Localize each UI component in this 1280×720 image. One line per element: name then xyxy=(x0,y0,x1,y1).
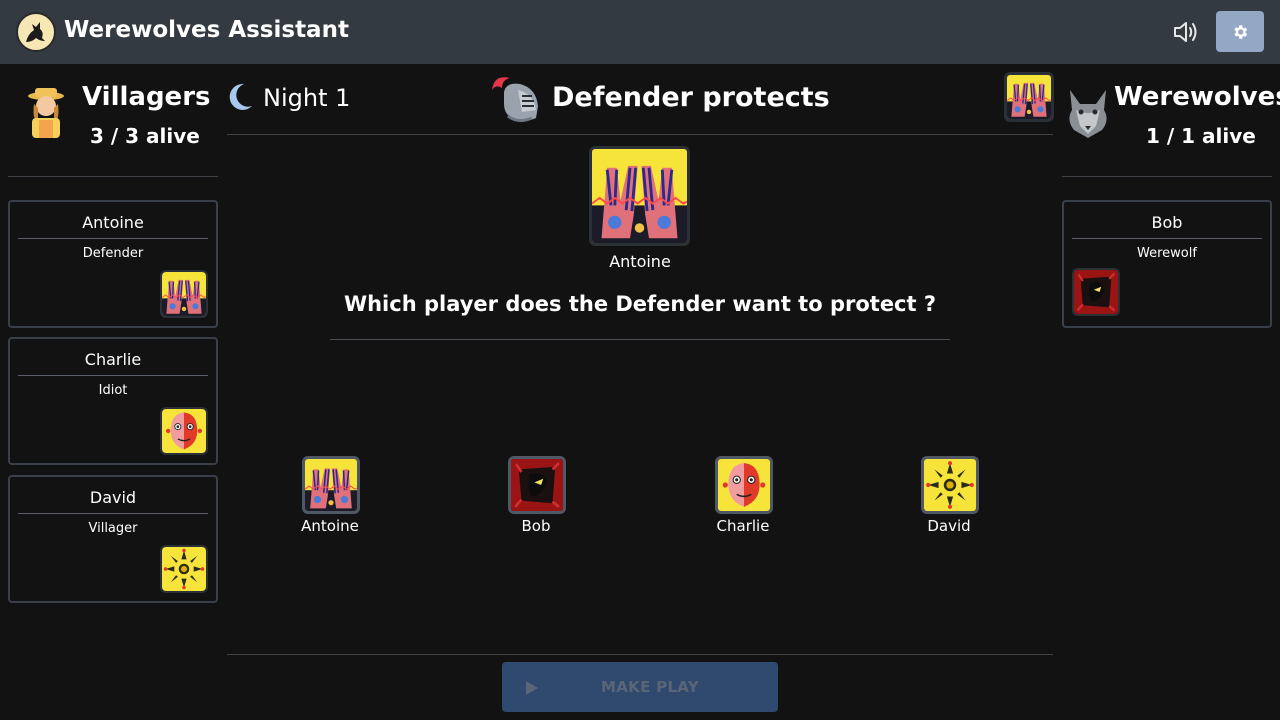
idiot-role-icon xyxy=(160,407,208,455)
target-choice-antoine[interactable]: Antoine xyxy=(270,456,390,546)
player-role: Defender xyxy=(82,246,144,261)
card-divider xyxy=(18,375,208,376)
make-play-button[interactable]: MAKE PLAY xyxy=(502,662,778,712)
center-top-divider xyxy=(227,134,1053,135)
action-question: Which player does the Defender want to p… xyxy=(343,292,937,316)
acting-player-defender-role-icon xyxy=(589,146,690,246)
player-card-david[interactable]: David Villager xyxy=(8,475,218,603)
wolf-head-avatar-icon xyxy=(1066,86,1110,144)
villagers-divider xyxy=(8,176,218,177)
center-bottom-divider xyxy=(227,654,1053,655)
moon-icon xyxy=(226,82,254,116)
player-name: Antoine xyxy=(82,213,144,232)
sound-toggle-button[interactable] xyxy=(1166,12,1208,52)
villager-role-icon xyxy=(921,456,979,514)
target-choice-david[interactable]: David xyxy=(889,456,1009,546)
player-name: David xyxy=(89,488,137,507)
card-divider xyxy=(18,238,208,239)
app-title[interactable]: Werewolves Assistant xyxy=(64,17,349,43)
target-choice-charlie[interactable]: Charlie xyxy=(683,456,803,546)
player-name: Charlie xyxy=(84,350,142,369)
werewolf-role-icon xyxy=(508,456,566,514)
make-play-label: MAKE PLAY xyxy=(601,678,699,696)
player-name: Bob xyxy=(1151,213,1183,232)
werewolf-howl-logo-icon[interactable] xyxy=(16,12,56,52)
player-role: Idiot xyxy=(98,383,128,398)
villagers-title: Villagers xyxy=(82,82,211,112)
target-name: Charlie xyxy=(716,517,770,535)
player-role: Villager xyxy=(88,521,138,536)
villager-farmer-avatar-icon xyxy=(26,86,66,144)
knight-helmet-icon xyxy=(488,72,544,128)
player-role: Werewolf xyxy=(1137,246,1197,261)
werewolves-alive-count: 1 / 1 alive xyxy=(1146,124,1256,148)
player-card-charlie[interactable]: Charlie Idiot xyxy=(8,337,218,465)
werewolves-title: Werewolves xyxy=(1114,82,1280,112)
werewolf-role-icon xyxy=(1072,268,1120,316)
target-name: Antoine xyxy=(301,517,359,535)
app-header: Werewolves Assistant xyxy=(0,0,1280,64)
card-divider xyxy=(1072,238,1262,239)
night-phase-label: Night 1 xyxy=(263,84,351,112)
step-title: Defender protects xyxy=(552,82,830,113)
question-divider xyxy=(330,339,950,340)
idiot-role-icon xyxy=(715,456,773,514)
player-card-bob[interactable]: Bob Werewolf xyxy=(1062,200,1272,328)
settings-button[interactable] xyxy=(1216,11,1264,52)
acting-player-name: Antoine xyxy=(609,252,671,271)
werewolves-divider xyxy=(1062,176,1272,177)
card-divider xyxy=(18,513,208,514)
speaker-volume-icon xyxy=(1166,22,1208,56)
target-name: Bob xyxy=(521,517,551,535)
defender-role-icon xyxy=(302,456,360,514)
target-choice-bob[interactable]: Bob xyxy=(476,456,596,546)
villagers-alive-count: 3 / 3 alive xyxy=(90,124,200,148)
villager-role-icon xyxy=(160,545,208,593)
player-card-antoine[interactable]: Antoine Defender xyxy=(8,200,218,328)
target-name: David xyxy=(927,517,971,535)
defender-role-icon xyxy=(160,270,208,318)
defender-role-icon[interactable] xyxy=(1004,72,1054,122)
